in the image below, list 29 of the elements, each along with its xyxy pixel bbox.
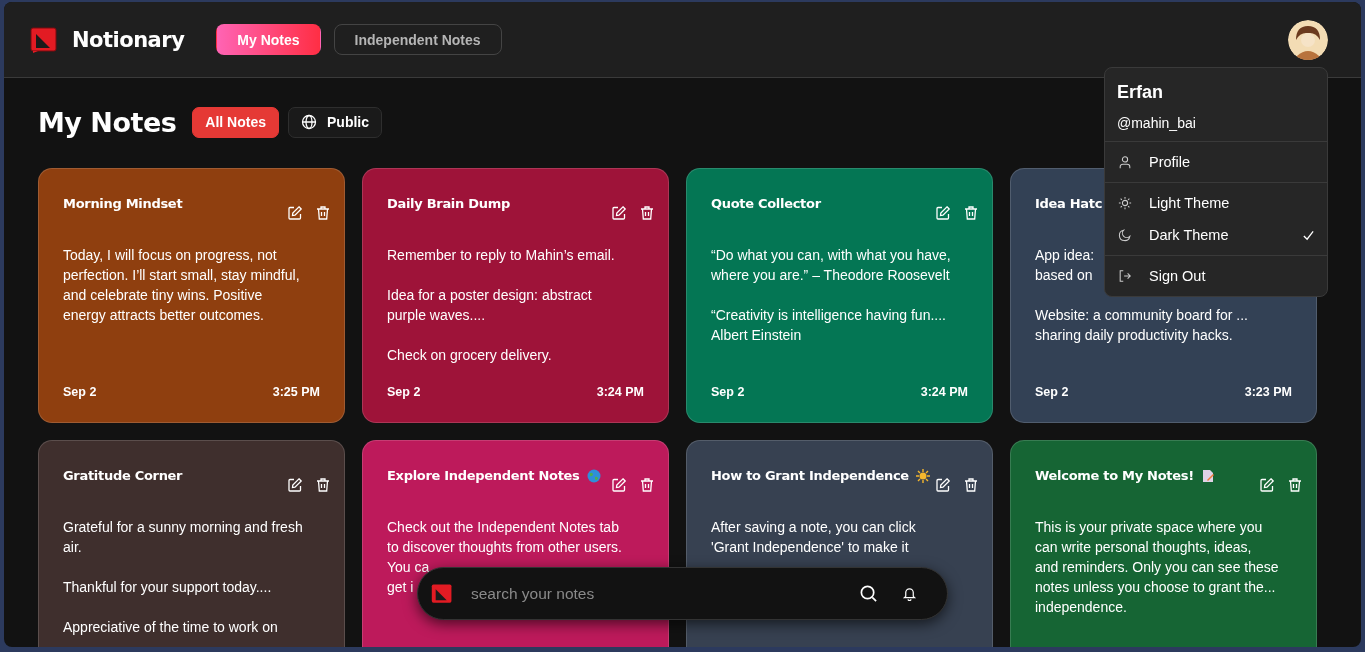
user-name: Erfan <box>1117 82 1164 103</box>
note-date: Sep 2 <box>63 385 97 399</box>
note-title: Welcome to My Notes! <box>1035 468 1194 483</box>
note-body: Check out the Independent Notes tab to discover thoughts from other users. <box>387 518 622 557</box>
note-body: Today, I will focus on progress, not perfection. I’ll start small, stay mindful, and celebrate tiny wins. Positive energy attracts better outcomes. <box>63 246 300 325</box>
note-title: Daily Brain Dump <box>387 196 510 211</box>
note-date: Sep 2 <box>387 385 421 399</box>
note-date: Sep 2 <box>1035 385 1069 399</box>
note-time: 3:24 PM <box>596 385 644 399</box>
note-body: “Do what you can, with what you have, where you are.” – Theodore Roosevelt “Creativity is intelligence having fun.... Albert Einstein <box>711 246 951 345</box>
note-title: Morning Mindset <box>63 196 183 211</box>
note-body: App idea: based on <box>1035 246 1095 285</box>
note-title: Explore Independent Notes <box>387 468 580 483</box>
page-title: My Notes <box>38 106 177 138</box>
note-body: After saving a note, you can click 'Grant Independence' to make it <box>711 518 916 557</box>
note-title: How to Grant Independence <box>711 468 909 483</box>
note-time: 3:25 PM <box>272 385 320 399</box>
user-handle: @mahin_bai <box>1117 115 1197 131</box>
note-title: Idea Hatc <box>1035 196 1103 211</box>
note-body: Remember to reply to Mahin’s email. Idea for a poster design: abstract purple waves.... Check on grocery delivery. <box>387 246 615 365</box>
note-body: This is your private space where you can write personal thoughts, ideas, and reminders. Only you can see these notes unless you choose to grant the... independence. <box>1035 518 1279 617</box>
note-time: 3:23 PM <box>1244 385 1292 399</box>
note-time: 3:24 PM <box>920 385 968 399</box>
note-title: Gratitude Corner <box>63 468 183 483</box>
note-title: Quote Collector <box>711 196 821 211</box>
note-date: Sep 2 <box>711 385 745 399</box>
note-body: Grateful for a sunny morning and fresh air. Thankful for your support today.... Appreciative of the time to work on <box>63 518 303 637</box>
note-body: Website: a community board for ... sharing daily productivity hacks. <box>1035 306 1248 345</box>
app-name: Notionary <box>72 27 185 52</box>
